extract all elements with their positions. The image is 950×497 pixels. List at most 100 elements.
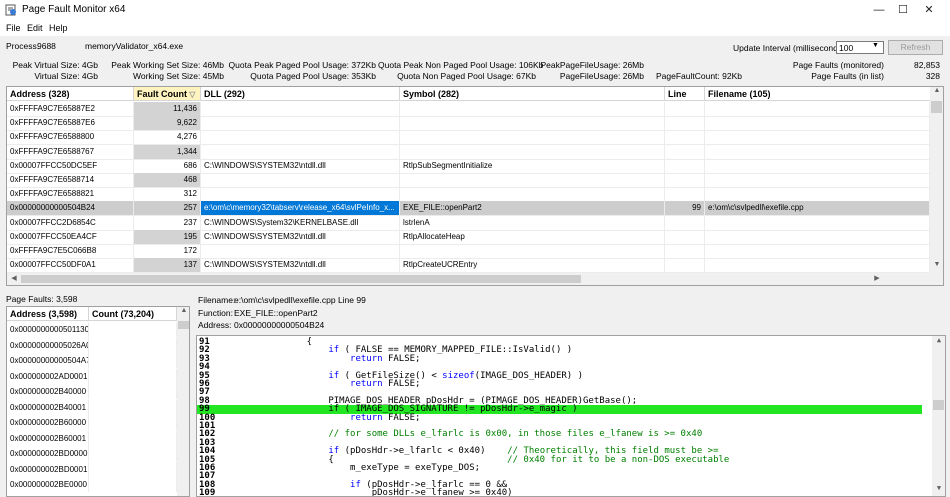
table-cell-file[interactable]: [705, 229, 930, 244]
scroll-down-icon[interactable]: ▼: [932, 484, 945, 492]
table-cell-count[interactable]: [89, 415, 177, 430]
menu-help[interactable]: Help: [49, 23, 68, 33]
table-cell-file[interactable]: [705, 116, 930, 131]
table-cell-dll[interactable]: [201, 144, 400, 159]
table-row[interactable]: 0x000000002BD0001: [7, 461, 89, 477]
column-address[interactable]: Address (328): [7, 87, 134, 101]
table-cell-count[interactable]: 257: [134, 201, 201, 216]
table-cell-address[interactable]: 0x00000000000504B24: [7, 201, 134, 216]
table-cell-address[interactable]: 0x00007FFCC2D6854C: [7, 215, 134, 230]
table-cell-count[interactable]: 4,276: [134, 130, 201, 145]
table-row[interactable]: 0x000000002AD0001: [7, 368, 89, 384]
table-cell-line[interactable]: [665, 187, 705, 202]
table-cell-count[interactable]: 312: [134, 187, 201, 202]
scroll-up-icon[interactable]: ▲: [177, 307, 189, 314]
table-cell-count[interactable]: [89, 477, 177, 492]
table-cell-line[interactable]: [665, 258, 705, 273]
table-cell-address[interactable]: 0xFFFFA9C7E6588714: [7, 173, 134, 187]
table-row[interactable]: 0x000000002B60001: [7, 430, 89, 446]
table-cell-count[interactable]: [89, 368, 177, 384]
scroll-right-icon[interactable]: ▶: [870, 274, 884, 282]
table-cell-dll[interactable]: C:\WINDOWS\SYSTEM32\ntdll.dll: [201, 158, 400, 173]
table-cell-address[interactable]: 0x00007FFCC50EA4CF: [7, 229, 134, 244]
scroll-thumb[interactable]: [931, 101, 942, 113]
table-cell-dll[interactable]: [201, 130, 400, 145]
table-cell-file[interactable]: [705, 144, 930, 159]
table-cell-address[interactable]: 0x00007FFCC50DF0A1: [7, 258, 134, 273]
table-row[interactable]: 0x000000002BE0000: [7, 477, 89, 492]
table-cell-count[interactable]: [89, 446, 177, 461]
table-cell-count[interactable]: [89, 399, 177, 415]
bottom-vertical-scrollbar[interactable]: ▲: [177, 307, 189, 496]
table-cell-symbol[interactable]: RtlpAllocateHeap: [400, 229, 665, 244]
table-cell-symbol[interactable]: RtlpCreateUCREntry: [400, 258, 665, 273]
close-button[interactable]: ✕: [906, 0, 950, 21]
table-cell-file[interactable]: [705, 187, 930, 202]
table-row[interactable]: 0x00000000000504A7D: [7, 353, 89, 368]
table-cell-count[interactable]: 9,622: [134, 116, 201, 131]
table-cell-file[interactable]: [705, 158, 930, 173]
table-cell-file[interactable]: [705, 130, 930, 145]
table-row[interactable]: 0x000000002B40000: [7, 384, 89, 399]
table-row[interactable]: 0x000000002B60000: [7, 415, 89, 430]
table-cell-count[interactable]: [89, 322, 177, 337]
table-cell-count[interactable]: 195: [134, 229, 201, 244]
table-row[interactable]: 0x000000002BD0000: [7, 446, 89, 461]
column-line[interactable]: Line: [665, 87, 705, 101]
column-address-bottom[interactable]: Address (3,598): [7, 307, 89, 321]
code-vertical-scrollbar[interactable]: ▲ ▼: [932, 336, 945, 496]
table-cell-line[interactable]: [665, 215, 705, 230]
chevron-down-icon[interactable]: ▼: [872, 42, 879, 49]
table-row[interactable]: 0x0000000000501130: [7, 322, 89, 337]
table-cell-file[interactable]: [705, 215, 930, 230]
table-cell-file[interactable]: [705, 102, 930, 116]
table-cell-address[interactable]: 0xFFFFA9C7E65887E6: [7, 116, 134, 131]
table-cell-count[interactable]: 137: [134, 258, 201, 273]
scroll-down-icon[interactable]: ▼: [930, 261, 943, 268]
table-cell-count[interactable]: 686: [134, 158, 201, 173]
table-cell-address[interactable]: 0xFFFFA9C7E65887E2: [7, 102, 134, 116]
table-cell-address[interactable]: 0xFFFFA9C7E6588767: [7, 144, 134, 159]
table-cell-count[interactable]: 1,344: [134, 144, 201, 159]
scroll-left-icon[interactable]: ◀: [7, 274, 21, 282]
scroll-thumb[interactable]: [178, 321, 189, 329]
table-cell-line[interactable]: [665, 144, 705, 159]
table-cell-symbol[interactable]: [400, 130, 665, 145]
table-cell-dll[interactable]: [201, 116, 400, 131]
table-cell-symbol[interactable]: [400, 244, 665, 258]
table-cell-count[interactable]: 11,436: [134, 102, 201, 116]
column-count-bottom[interactable]: Count (73,204): [89, 307, 177, 321]
scroll-thumb[interactable]: [933, 400, 944, 410]
table-cell-file[interactable]: [705, 244, 930, 258]
table-cell-line[interactable]: [665, 116, 705, 131]
table-cell-count[interactable]: 172: [134, 244, 201, 258]
hscroll-thumb[interactable]: [21, 275, 581, 283]
table-cell-address[interactable]: 0xFFFFA9C7E6588800: [7, 130, 134, 145]
scroll-up-icon[interactable]: ▲: [930, 87, 943, 94]
table-cell-count[interactable]: [89, 353, 177, 368]
table-cell-line[interactable]: [665, 173, 705, 187]
table-cell-address[interactable]: 0xFFFFA9C7E5C066B8: [7, 244, 134, 258]
table-cell-line[interactable]: 99: [665, 201, 705, 216]
refresh-button[interactable]: Refresh: [888, 40, 943, 55]
table-cell-address[interactable]: 0xFFFFA9C7E6588821: [7, 187, 134, 202]
column-dll[interactable]: DLL (292): [201, 87, 400, 101]
table-cell-symbol[interactable]: RtlpSubSegmentInitialize: [400, 158, 665, 173]
table-cell-dll[interactable]: C:\WINDOWS\System32\KERNELBASE.dll: [201, 215, 400, 230]
table-cell-count[interactable]: [89, 461, 177, 477]
table-cell-symbol[interactable]: [400, 144, 665, 159]
table-cell-dll[interactable]: [201, 244, 400, 258]
column-fault-count[interactable]: Fault Count ▽: [134, 87, 201, 101]
column-filename[interactable]: Filename (105): [705, 87, 931, 101]
table-cell-line[interactable]: [665, 130, 705, 145]
table-cell-dll[interactable]: [201, 102, 400, 116]
table-cell-count[interactable]: 237: [134, 215, 201, 230]
table-cell-dll[interactable]: [201, 173, 400, 187]
table-cell-file[interactable]: [705, 173, 930, 187]
table-cell-symbol[interactable]: [400, 116, 665, 131]
table-cell-dll[interactable]: e:\om\c\memory32\tabserv\release_x64\svl…: [201, 201, 400, 216]
table-cell-symbol[interactable]: EXE_FILE::openPart2: [400, 201, 665, 216]
table-cell-count[interactable]: [89, 430, 177, 446]
top-vertical-scrollbar[interactable]: ▲ ▼: [930, 87, 943, 273]
scroll-up-icon[interactable]: ▲: [932, 336, 945, 344]
